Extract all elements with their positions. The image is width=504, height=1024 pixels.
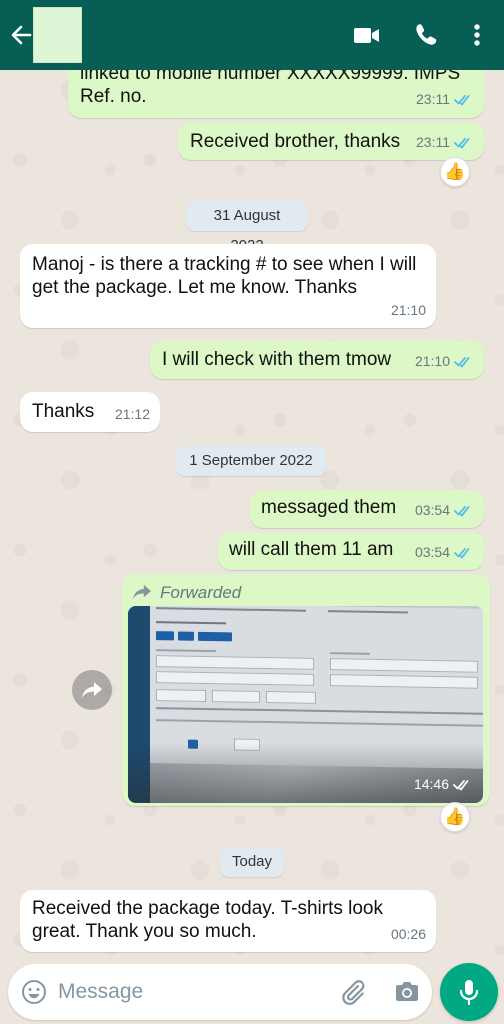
phone-call-icon[interactable]	[408, 18, 442, 52]
message-meta: 21:10	[391, 299, 426, 322]
message-time: 00:26	[390, 926, 426, 942]
message-composer	[8, 964, 432, 1020]
message-incoming[interactable]: Manoj - is there a tracking # to see whe…	[20, 244, 436, 328]
message-meta: 03:54	[415, 499, 474, 522]
avatar[interactable]	[33, 7, 82, 63]
message-meta: 21:12	[115, 403, 150, 426]
forward-icon	[82, 682, 102, 698]
share-forward-button[interactable]	[72, 670, 112, 710]
message-text: Thanks	[32, 401, 95, 422]
read-ticks-icon	[453, 779, 469, 790]
read-ticks-icon	[454, 137, 470, 148]
message-time: 23:11	[416, 91, 450, 107]
mic-button[interactable]	[440, 963, 498, 1021]
message-meta: 23:11	[416, 131, 474, 154]
message-meta: 21:10	[415, 350, 474, 373]
message-time: 14:46	[413, 776, 449, 792]
message-time: 23:11	[416, 134, 450, 150]
message-meta: 00:26	[391, 923, 426, 946]
more-vert-icon[interactable]	[460, 18, 494, 52]
date-separator: 1 September 2022	[176, 446, 326, 476]
message-incoming[interactable]: Received the package today. T-shirts loo…	[20, 890, 436, 952]
attach-icon[interactable]	[338, 977, 368, 1007]
forwarded-arrow-icon	[133, 584, 151, 600]
message-text: I will check with them tmow	[162, 349, 392, 370]
message-input[interactable]	[58, 976, 288, 1008]
message-text: will call them 11 am	[229, 539, 394, 560]
message-time: 03:54	[414, 502, 450, 518]
message-outgoing[interactable]: will call them 11 am 03:54	[218, 532, 484, 570]
read-ticks-icon	[454, 94, 470, 105]
back-arrow-icon[interactable]	[6, 18, 36, 52]
message-meta: 03:54	[415, 541, 474, 564]
camera-icon[interactable]	[392, 977, 422, 1007]
read-ticks-icon	[454, 547, 470, 558]
emoji-icon[interactable]	[20, 978, 48, 1006]
chat-header	[0, 0, 504, 70]
message-text: Manoj - is there a tracking # to see whe…	[32, 254, 417, 298]
message-text: Received brother, thanks	[190, 131, 401, 152]
reaction-badge[interactable]: 👍	[440, 157, 470, 187]
message-text: Received the package today. T-shirts loo…	[32, 898, 383, 942]
read-ticks-icon	[454, 505, 470, 516]
message-outgoing[interactable]: Received brother, thanks 23:11	[178, 122, 484, 160]
message-time: 21:10	[390, 302, 426, 318]
message-meta: 23:11	[416, 88, 474, 111]
read-ticks-icon	[454, 356, 470, 367]
date-separator: Today	[220, 847, 284, 877]
forwarded-label: Forwarded	[160, 582, 242, 602]
message-time: 21:10	[414, 353, 450, 369]
message-meta: 14:46	[414, 773, 473, 796]
message-time: 03:54	[414, 544, 450, 560]
forwarded-photo[interactable]: 14:46	[128, 606, 483, 803]
message-outgoing[interactable]: messaged them 03:54	[250, 490, 484, 528]
mic-icon	[459, 980, 479, 1006]
message-time: 21:12	[114, 406, 150, 422]
reaction-badge[interactable]: 👍	[440, 802, 470, 832]
message-forwarded-image[interactable]: Forwarded 14:46	[122, 574, 490, 806]
message-outgoing[interactable]: I will check with them tmow 21:10	[150, 341, 484, 379]
message-incoming[interactable]: Thanks 21:12	[20, 392, 160, 432]
video-call-icon[interactable]	[350, 18, 384, 52]
date-separator: 31 August 2022	[186, 201, 308, 254]
forwarded-header: Forwarded	[132, 580, 241, 604]
message-text: messaged them	[261, 497, 397, 518]
